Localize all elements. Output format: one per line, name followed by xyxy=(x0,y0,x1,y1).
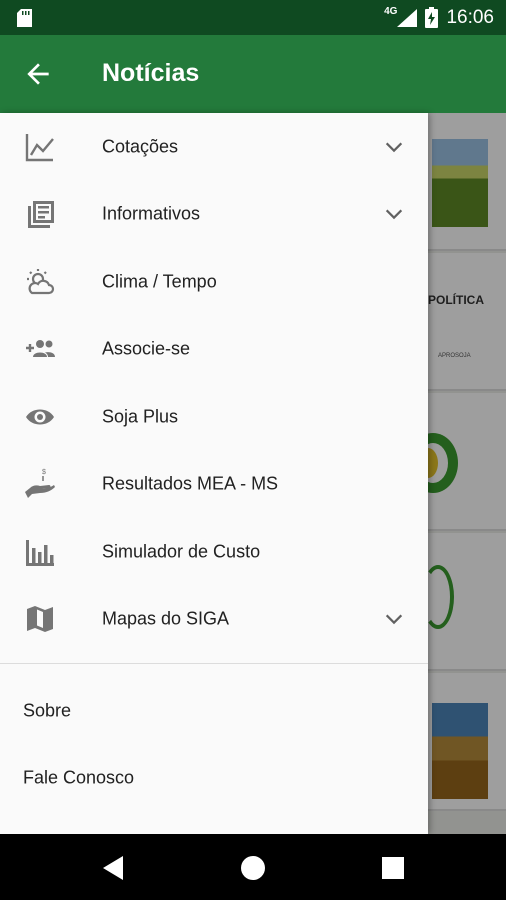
menu-item-soja-plus[interactable]: Soja Plus xyxy=(0,383,428,450)
menu-item-sobre[interactable]: Sobre xyxy=(0,681,428,741)
menu-item-simulador-de-custo[interactable]: Simulador de Custo xyxy=(0,518,428,585)
map-icon xyxy=(27,605,53,632)
menu-divider xyxy=(0,663,428,664)
menu-item-resultados-mea-ms[interactable]: $ Resultados MEA - MS xyxy=(0,450,428,517)
navigation-drawer: Cotações Informativos Clima / Tempo Asso… xyxy=(0,113,428,834)
back-arrow-icon[interactable] xyxy=(22,58,54,90)
menu-item-mapas-do-siga[interactable]: Mapas do SIGA xyxy=(0,585,428,652)
chevron-down-icon[interactable] xyxy=(383,203,405,225)
add-group-icon xyxy=(26,339,55,357)
menu-item-clima-tempo[interactable]: Clima / Tempo xyxy=(0,248,428,315)
menu-item-label: Informativos xyxy=(102,203,201,223)
menu-item-cotacoes[interactable]: Cotações xyxy=(0,113,428,180)
system-navigation-bar xyxy=(0,834,506,900)
menu-item-label: Soja Plus xyxy=(102,406,179,426)
nav-home-icon[interactable] xyxy=(233,848,273,888)
clock: 16:06 xyxy=(446,6,494,28)
weather-icon xyxy=(27,268,55,294)
signal-icon xyxy=(397,8,418,27)
svg-text:$: $ xyxy=(42,469,46,476)
newspaper-icon xyxy=(28,200,54,228)
menu-item-informativos[interactable]: Informativos xyxy=(0,180,428,247)
menu-item-label: Sobre xyxy=(23,700,72,721)
menu-item-label: Fale Conosco xyxy=(23,767,135,788)
network-type: 4G xyxy=(384,6,398,17)
chart-line-icon xyxy=(25,133,54,161)
eye-icon xyxy=(26,409,54,424)
chevron-down-icon[interactable] xyxy=(383,608,405,630)
menu-item-label: Associe-se xyxy=(102,338,191,358)
app-bar: Notícias xyxy=(0,35,506,113)
menu-item-label: Cotações xyxy=(102,136,179,156)
menu-item-label: Resultados MEA - MS xyxy=(102,473,279,493)
battery-charging-icon xyxy=(425,7,439,28)
chevron-down-icon[interactable] xyxy=(383,136,405,158)
menu-item-associe-se[interactable]: Associe-se xyxy=(0,315,428,382)
nav-back-icon[interactable] xyxy=(94,848,134,888)
sd-card-icon xyxy=(17,9,32,27)
hand-coin-icon: $ xyxy=(25,469,55,498)
menu-item-fale-conosco[interactable]: Fale Conosco xyxy=(0,748,428,808)
menu-item-label: Mapas do SIGA xyxy=(102,608,230,628)
status-bar: 4G 16:06 xyxy=(0,0,506,35)
menu-item-label: Clima / Tempo xyxy=(102,271,217,291)
page-title: Notícias xyxy=(102,59,200,87)
nav-recents-icon[interactable] xyxy=(373,848,413,888)
menu-item-label: Simulador de Custo xyxy=(102,541,261,561)
drawer-scrim[interactable] xyxy=(428,113,506,834)
bar-chart-icon xyxy=(26,539,54,566)
